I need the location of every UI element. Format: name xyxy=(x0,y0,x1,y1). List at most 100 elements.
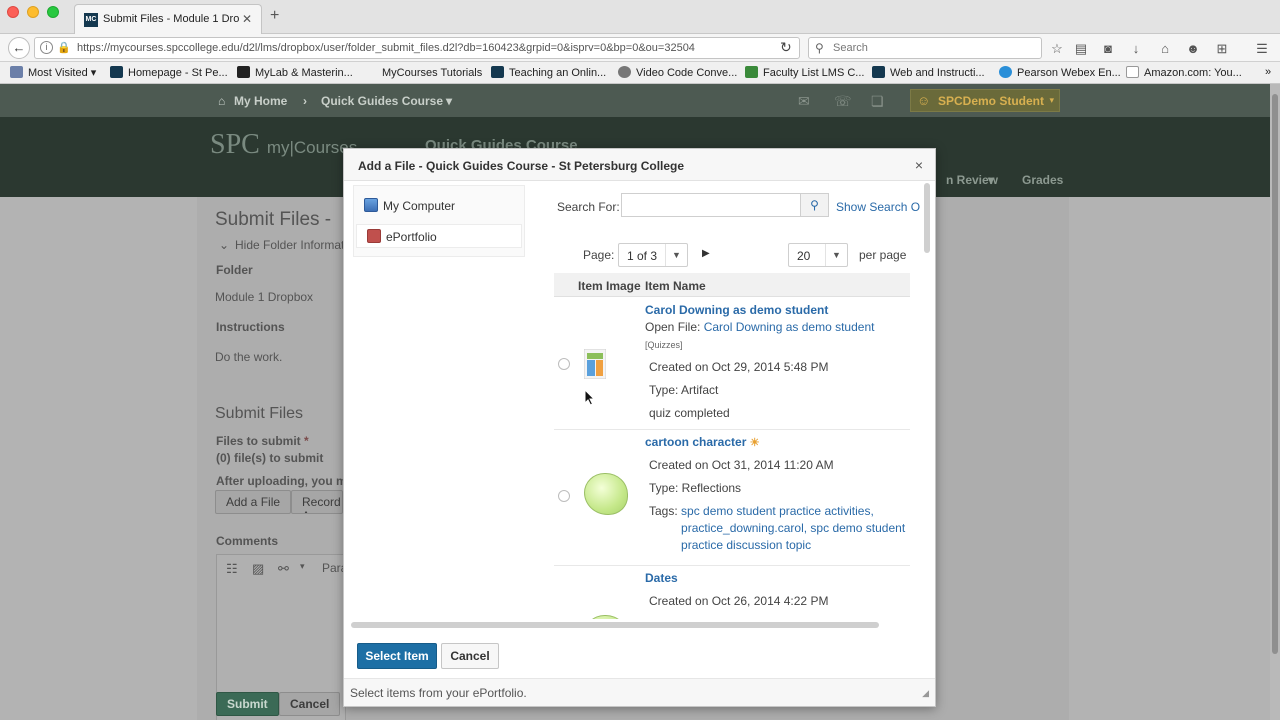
bookmark-video-code[interactable]: Video Code Conve... xyxy=(618,66,737,79)
bookmark-teaching-online[interactable]: Teaching an Onlin... xyxy=(491,66,606,79)
discussion-icon[interactable]: ❏ xyxy=(871,93,884,110)
menu-icon[interactable]: ☰ xyxy=(1254,41,1270,57)
page-scrollbar-thumb[interactable] xyxy=(1272,94,1278,654)
grades-link[interactable]: Grades xyxy=(1022,173,1063,187)
bookmark-mycourses-tutorials[interactable]: MyCourses Tutorials xyxy=(364,66,482,79)
reload-icon[interactable]: ↻ xyxy=(780,39,792,56)
record-audio-button[interactable]: Record A xyxy=(291,490,343,514)
link-icon[interactable]: ⚯ xyxy=(278,561,289,577)
browser-search-box[interactable]: ⚲ Search xyxy=(808,37,1042,59)
search-input[interactable] xyxy=(621,193,801,217)
chevron-down-icon: ▾ xyxy=(988,173,995,187)
files-count: (0) file(s) to submit xyxy=(216,451,324,465)
item-list: Carol Downing as demo student Open File:… xyxy=(554,297,920,619)
dialog-vertical-scrollbar[interactable] xyxy=(922,179,932,623)
url-text[interactable]: https://mycourses.spccollege.edu/d2l/lms… xyxy=(77,42,695,54)
bookmark-mylab[interactable]: MyLab & Masterin... xyxy=(237,66,353,79)
image-icon[interactable]: ▨ xyxy=(252,561,264,577)
close-window-button[interactable] xyxy=(7,6,19,18)
page-select-value: 1 of 3 xyxy=(627,249,658,263)
folder-label: Folder xyxy=(216,263,253,277)
chevron-down-icon: ▾ xyxy=(446,94,453,108)
list-icon[interactable]: ☷ xyxy=(226,561,238,577)
mc-icon xyxy=(491,66,504,78)
bookmark-homepage[interactable]: Homepage - St Pe... xyxy=(110,66,228,79)
table-row[interactable]: Carol Downing as demo student Open File:… xyxy=(554,297,910,430)
pocket-icon[interactable]: ◙ xyxy=(1100,41,1116,56)
close-icon[interactable]: × xyxy=(915,157,923,173)
chevron-down-icon[interactable]: ▾ xyxy=(300,561,305,572)
files-to-submit-label: Files to submit * xyxy=(216,434,309,448)
home-icon[interactable]: ⌂ xyxy=(1157,41,1173,56)
table-row[interactable]: Dates Created on Oct 26, 2014 4:22 PM xyxy=(554,567,910,619)
bookmark-pearson-webex[interactable]: Pearson Webex En... xyxy=(999,66,1121,79)
resize-grip-icon[interactable]: ◢ xyxy=(922,688,929,699)
required-asterisk: * xyxy=(304,434,309,448)
chat-icon[interactable]: ☻ xyxy=(1185,41,1201,56)
new-tab-icon[interactable]: + xyxy=(270,7,279,25)
notification-icon[interactable]: ☏ xyxy=(834,93,852,110)
table-header: Item Image Item Name xyxy=(554,273,910,297)
submit-button[interactable]: Submit xyxy=(216,692,279,716)
cancel-button[interactable]: Cancel xyxy=(279,692,341,716)
source-eportfolio[interactable]: ePortfolio xyxy=(356,224,522,248)
select-item-button[interactable]: Select Item xyxy=(357,643,437,669)
item-radio[interactable] xyxy=(558,358,570,370)
bookmarks-overflow-icon[interactable]: » xyxy=(1265,66,1271,78)
spc-logo[interactable]: SPC my|Courses xyxy=(210,129,357,161)
amazon-icon xyxy=(1126,66,1139,78)
mc-favicon-icon: MC xyxy=(84,13,98,27)
reflection-thumbnail-icon xyxy=(584,473,628,515)
dialog-footer: Select items from your ePortfolio. ◢ xyxy=(344,678,935,706)
source-my-computer[interactable]: My Computer xyxy=(354,194,520,218)
page-scrollbar[interactable] xyxy=(1270,84,1280,720)
info-icon[interactable]: i xyxy=(40,41,53,54)
show-search-options-link[interactable]: Show Search Op xyxy=(836,200,920,214)
search-icon[interactable]: ⚲ xyxy=(801,193,829,217)
reading-list-icon[interactable]: ▤ xyxy=(1073,41,1089,57)
tab-close-icon[interactable]: ✕ xyxy=(242,12,252,26)
table-row[interactable]: cartoon character ☀ Created on Oct 31, 2… xyxy=(554,431,910,566)
dialog-horizontal-scrollbar[interactable] xyxy=(349,621,919,629)
submit-files-heading: Submit Files xyxy=(215,405,304,422)
horizontal-scrollbar-thumb[interactable] xyxy=(351,622,879,628)
my-home-link[interactable]: My Home xyxy=(234,94,287,108)
zoom-window-button[interactable] xyxy=(47,6,59,18)
open-file-link[interactable]: Carol Downing as demo student xyxy=(704,320,875,334)
dialog-title: Add a File - Quick Guides Course - St Pe… xyxy=(358,159,685,173)
item-radio[interactable] xyxy=(558,490,570,502)
bookmark-amazon[interactable]: Amazon.com: You... xyxy=(1126,66,1242,79)
per-page-label: per page xyxy=(859,248,907,262)
dialog-cancel-button[interactable]: Cancel xyxy=(441,643,499,669)
add-file-button[interactable]: Add a File xyxy=(215,490,292,514)
vertical-scrollbar-thumb[interactable] xyxy=(924,183,930,253)
per-page-select[interactable]: 20 ▼ xyxy=(788,243,848,267)
page-title: Submit Files - xyxy=(215,209,332,230)
url-bar[interactable]: i 🔒 https://mycourses.spccollege.edu/d2l… xyxy=(34,37,800,59)
course-selector[interactable]: Quick Guides Course xyxy=(321,94,443,108)
browser-tab[interactable]: MC Submit Files - Module 1 Dropbox ✕ xyxy=(74,4,262,34)
tag-links[interactable]: spc demo student practice activities, pr… xyxy=(681,503,906,554)
item-name-link[interactable]: cartoon character ☀ xyxy=(645,435,760,449)
pearson-icon xyxy=(237,66,250,78)
home-icon[interactable]: ⌂ xyxy=(218,94,225,108)
computer-icon xyxy=(364,198,378,212)
item-name-link[interactable]: Dates xyxy=(645,571,678,585)
page-select[interactable]: 1 of 3 ▼ xyxy=(618,243,688,267)
browser-nav-bar: ← i 🔒 https://mycourses.spccollege.edu/d… xyxy=(0,34,1280,62)
col-item-image: Item Image xyxy=(578,279,641,293)
bookmark-web-instruction[interactable]: Web and Instructi... xyxy=(872,66,985,79)
message-icon[interactable]: ✉ xyxy=(798,93,810,110)
bookmark-faculty-list[interactable]: Faculty List LMS C... xyxy=(745,66,864,79)
extension-icon[interactable]: ⊞ xyxy=(1214,41,1230,57)
next-page-icon[interactable]: ▶ xyxy=(702,248,710,259)
bookmark-most-visited[interactable]: Most Visited ▾ xyxy=(10,66,96,79)
user-menu[interactable]: ☺ SPCDemo Student ▾ xyxy=(910,89,1060,112)
item-name-link[interactable]: Carol Downing as demo student xyxy=(645,303,828,317)
reflection-thumbnail-icon xyxy=(584,615,628,619)
bookmark-star-icon[interactable]: ☆ xyxy=(1049,41,1065,57)
minimize-window-button[interactable] xyxy=(27,6,39,18)
download-icon[interactable]: ↓ xyxy=(1128,41,1144,56)
back-button[interactable]: ← xyxy=(8,37,30,59)
hide-folder-info-link[interactable]: Hide Folder Informati xyxy=(235,238,347,252)
